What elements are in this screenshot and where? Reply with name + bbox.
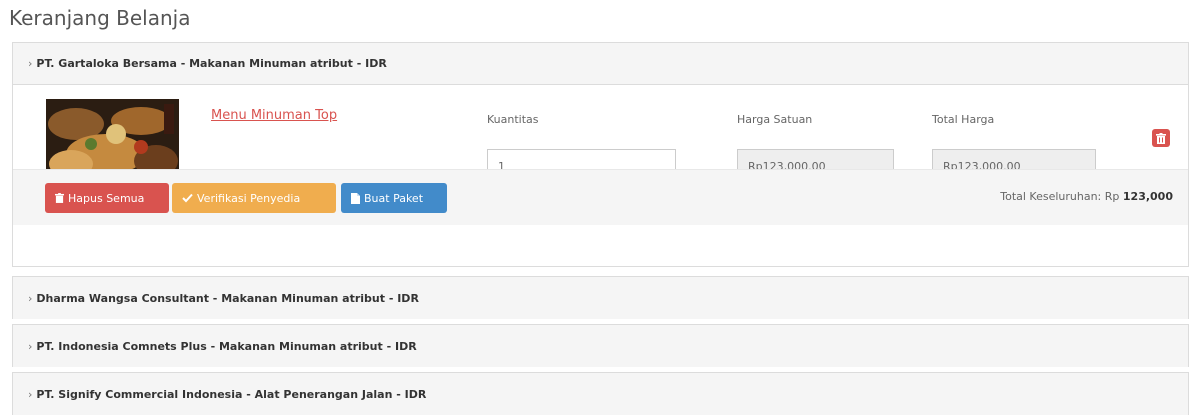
verify-vendor-button[interactable]: Verifikasi Penyedia — [172, 183, 336, 213]
delete-item-button[interactable] — [1152, 129, 1170, 147]
cart-group-dharma-wangsa: › Dharma Wangsa Consultant - Makanan Min… — [12, 276, 1189, 319]
chevron-right-icon: › — [28, 339, 33, 353]
delete-all-button[interactable]: Hapus Semua — [45, 183, 169, 213]
cart-group-gartaloka: › PT. Gartaloka Bersama - Makanan Minuma… — [12, 42, 1189, 267]
unit-price-label: Harga Satuan — [737, 113, 813, 126]
cart-group-title: PT. Gartaloka Bersama - Makanan Minuman … — [36, 57, 387, 70]
cart-group-header[interactable]: › Dharma Wangsa Consultant - Makanan Min… — [13, 277, 1188, 319]
cart-group-header[interactable]: › PT. Signify Commercial Indonesia - Ala… — [13, 373, 1188, 415]
product-name-link[interactable]: Menu Minuman Top — [211, 108, 337, 123]
cart-group-title: Dharma Wangsa Consultant - Makanan Minum… — [36, 291, 419, 305]
total-price-label: Total Harga — [932, 113, 995, 126]
chevron-right-icon: › — [28, 57, 33, 70]
cart-group-header[interactable]: › PT. Gartaloka Bersama - Makanan Minuma… — [13, 43, 1188, 85]
trash-icon — [55, 193, 64, 203]
grand-total-label: Total Keseluruhan: Rp — [1000, 190, 1123, 203]
verify-vendor-label: Verifikasi Penyedia — [197, 191, 301, 205]
quantity-label: Kuantitas — [487, 113, 539, 126]
cart-group-footer: Hapus Semua Verifikasi Penyedia Buat Pak… — [13, 169, 1188, 225]
page-title: Keranjang Belanja — [9, 6, 191, 30]
grand-total: Total Keseluruhan: Rp 123,000 — [1000, 190, 1173, 203]
cart-group-header[interactable]: › PT. Indonesia Comnets Plus - Makanan M… — [13, 325, 1188, 367]
create-package-label: Buat Paket — [364, 191, 424, 205]
cart-group-title: PT. Signify Commercial Indonesia - Alat … — [36, 387, 427, 401]
grand-total-value: 123,000 — [1122, 190, 1173, 203]
file-icon — [351, 192, 360, 204]
delete-all-label: Hapus Semua — [68, 191, 145, 205]
cart-group-signify: › PT. Signify Commercial Indonesia - Ala… — [12, 372, 1189, 415]
create-package-button[interactable]: Buat Paket — [341, 183, 447, 213]
cart-group-title: PT. Indonesia Comnets Plus - Makanan Min… — [36, 339, 417, 353]
trash-icon — [1156, 132, 1166, 144]
check-icon — [182, 193, 193, 203]
cart-group-indonesia-comnets: › PT. Indonesia Comnets Plus - Makanan M… — [12, 324, 1189, 367]
chevron-right-icon: › — [28, 387, 33, 401]
chevron-right-icon: › — [28, 291, 33, 305]
